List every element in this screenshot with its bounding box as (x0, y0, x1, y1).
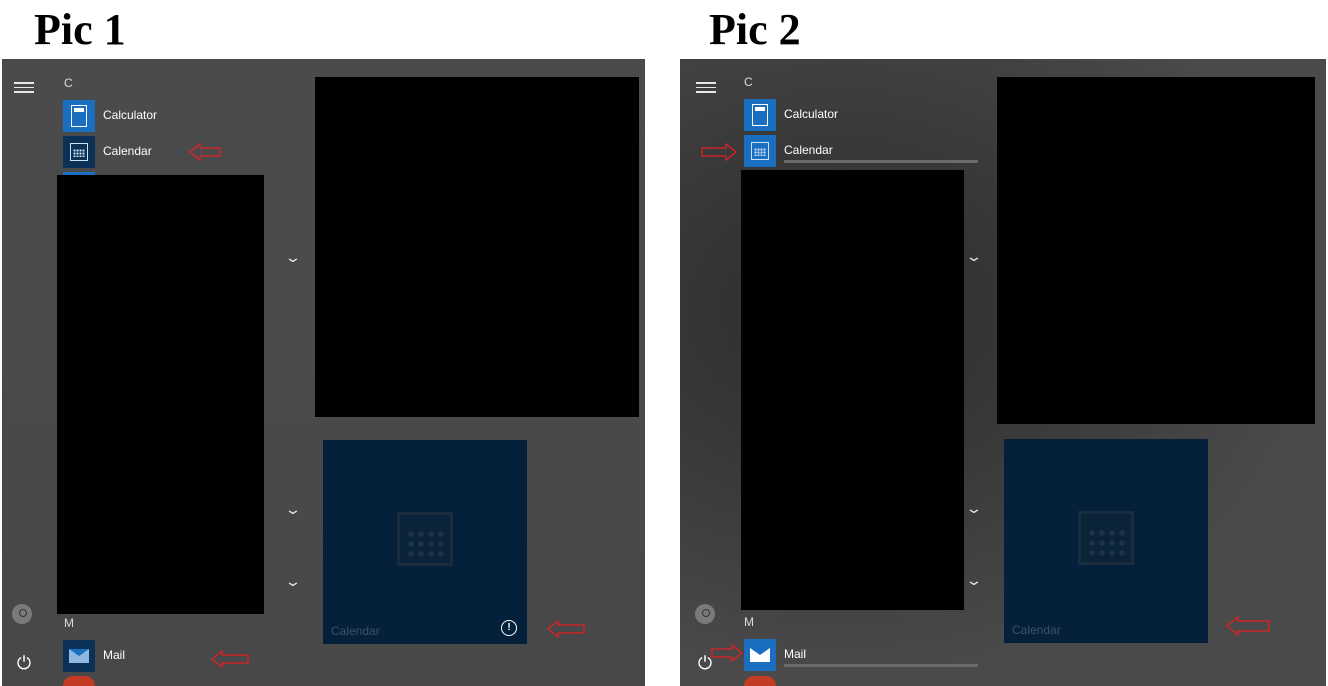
section-header-m[interactable]: M (64, 616, 74, 630)
calculator-app-tile (63, 100, 95, 132)
calculator-app-tile (744, 99, 776, 131)
calendar-live-tile[interactable]: Calendar (1004, 439, 1208, 643)
annotation-arrow-right (711, 643, 744, 663)
calculator-icon (752, 104, 768, 126)
user-icon[interactable] (12, 604, 32, 624)
redacted-area (741, 170, 964, 610)
mail-icon (750, 648, 770, 662)
app-label: Calculator (784, 107, 839, 121)
annotation-arrow-left (188, 142, 221, 162)
power-icon[interactable]: ⏻ (14, 653, 34, 673)
calendar-icon (751, 142, 769, 160)
install-progress-bar (784, 664, 978, 667)
chevron-down-icon[interactable]: ⌄ (965, 248, 983, 265)
calculator-icon (71, 105, 87, 127)
section-header-c[interactable]: C (744, 75, 753, 89)
chevron-down-icon[interactable]: ⌄ (284, 573, 302, 590)
tile-label: Calendar (1012, 623, 1061, 637)
app-icon-partial (63, 676, 95, 686)
annotation-arrow-left (210, 649, 249, 669)
start-menu-pic1: ⏻ C Calculator Calendar ⌄ ⌄ ⌄ M Mail Cal… (2, 59, 645, 686)
section-header-c[interactable]: C (64, 76, 73, 90)
calendar-icon (1078, 511, 1134, 565)
redacted-area (997, 77, 1315, 424)
calendar-icon (397, 512, 453, 566)
chevron-down-icon[interactable]: ⌄ (284, 249, 302, 266)
calendar-app-tile (63, 136, 95, 168)
pic2-title: Pic 2 (709, 5, 801, 54)
user-icon[interactable] (695, 604, 715, 624)
calendar-live-tile[interactable]: Calendar ! (323, 440, 527, 644)
warning-icon: ! (501, 620, 517, 636)
annotation-arrow-right (701, 142, 738, 162)
annotation-arrow-left (546, 619, 585, 639)
app-icon-partial (744, 676, 776, 686)
mail-icon (69, 649, 89, 663)
calendar-app-tile (744, 135, 776, 167)
mail-app-tile (744, 639, 776, 671)
chevron-down-icon[interactable]: ⌄ (965, 572, 983, 589)
calendar-icon (70, 143, 88, 161)
annotation-arrow-left (1225, 615, 1270, 637)
section-header-m[interactable]: M (744, 615, 754, 629)
hamburger-icon[interactable] (696, 79, 716, 99)
app-label: Calendar (103, 144, 152, 158)
hamburger-icon[interactable] (14, 79, 34, 99)
install-progress-bar (784, 160, 978, 163)
chevron-down-icon[interactable]: ⌄ (965, 500, 983, 517)
app-label: Mail (103, 648, 126, 662)
mail-app-tile (63, 640, 95, 672)
start-menu-pic2: ⏻ C Calculator Calendar ⌄ ⌄ ⌄ M Mail Cal… (680, 59, 1326, 686)
tile-label: Calendar (331, 624, 380, 638)
app-label: Mail (784, 647, 807, 661)
pic1-title: Pic 1 (34, 5, 126, 54)
chevron-down-icon[interactable]: ⌄ (284, 501, 302, 518)
app-label: Calculator (103, 108, 158, 122)
redacted-area (57, 175, 264, 614)
app-label: Calendar (784, 143, 833, 157)
redacted-area (315, 77, 639, 417)
